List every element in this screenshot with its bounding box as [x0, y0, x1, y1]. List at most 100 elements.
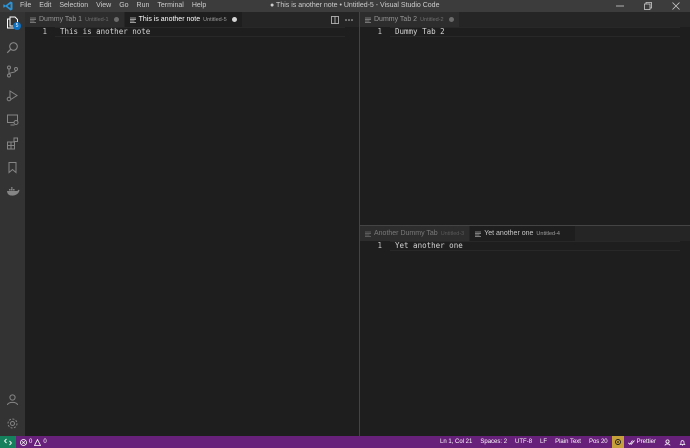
remote-icon [4, 438, 12, 446]
window-title: ● This is another note • Untitled-5 - Vi… [270, 2, 440, 9]
tab-label: Dummy Tab 2 [374, 16, 418, 23]
feedback-button[interactable] [660, 438, 675, 446]
text-file-icon [475, 231, 482, 237]
status-bar-right: Ln 1, Col 21 Spaces: 2 UTF-8 LF Plain Te… [436, 436, 690, 448]
tab-description: Untitled-5 [203, 16, 227, 23]
tab-label: Dummy Tab 1 [39, 16, 83, 23]
tab-this-is-another-note[interactable]: This is another note Untitled-5 [124, 12, 243, 27]
title-bar: File Edit Selection View Go Run Terminal… [0, 0, 690, 12]
minimize-icon [616, 5, 624, 7]
indentation[interactable]: Spaces: 2 [476, 436, 511, 448]
prettier-label: Prettier [636, 439, 656, 445]
restore-button[interactable] [634, 0, 662, 12]
line-number: 1 [42, 27, 47, 36]
editor-actions [331, 12, 353, 27]
search-icon [6, 42, 18, 54]
source-control-icon [7, 65, 18, 78]
unsaved-dot-icon [231, 17, 237, 22]
editor-line[interactable]: 1 Dummy Tab 2 [360, 27, 690, 37]
explorer-button[interactable]: 5 [4, 14, 21, 31]
restore-icon [644, 2, 652, 10]
tab-bar-top-right: Dummy Tab 2 Untitled-2 [360, 12, 690, 27]
window-controls [606, 0, 690, 12]
menu-terminal[interactable]: Terminal [153, 0, 187, 12]
problems-button[interactable]: 0 0 [16, 436, 51, 448]
text-file-icon [365, 231, 371, 237]
explorer-badge: 5 [13, 22, 21, 30]
language-mode[interactable]: Plain Text [551, 436, 585, 448]
account-icon [7, 394, 18, 406]
editor-line[interactable]: 1 This is another note [25, 27, 359, 37]
docker-icon [6, 187, 19, 196]
remote-explorer-button[interactable] [4, 111, 21, 128]
prettier-button[interactable]: Prettier [624, 436, 660, 448]
tab-bar-bottom-right: Another Dummy Tab Untitled-3 Yet another… [360, 226, 690, 241]
activity-bar: 5 [0, 12, 25, 436]
split-editor-icon[interactable] [331, 15, 339, 24]
run-debug-icon [6, 90, 18, 102]
run-debug-button[interactable] [4, 87, 21, 104]
tab-bar-left: Dummy Tab 1 Untitled-1 This is another n… [25, 12, 359, 27]
search-button[interactable] [4, 39, 21, 56]
tab-yet-another-one[interactable]: Yet another one Untitled-4 [470, 226, 576, 241]
tab-description: Untitled-2 [420, 16, 444, 23]
tab-description: Untitled-3 [440, 230, 465, 237]
error-count: 0 [29, 439, 33, 445]
close-window-button[interactable] [662, 0, 690, 12]
menu-view[interactable]: View [92, 0, 115, 12]
line-content[interactable]: This is another note [55, 27, 150, 37]
menu-go[interactable]: Go [115, 0, 132, 12]
menu-help[interactable]: Help [188, 0, 210, 12]
menu-selection[interactable]: Selection [55, 0, 92, 12]
sync-icon [614, 439, 621, 445]
editor-group-left: Dummy Tab 1 Untitled-1 This is another n… [25, 12, 359, 436]
manage-button[interactable] [4, 415, 21, 432]
unsaved-dot-icon [448, 17, 454, 22]
line-content[interactable]: Dummy Tab 2 [390, 27, 445, 37]
line-number: 1 [377, 241, 382, 250]
close-icon [672, 2, 680, 10]
tab-another-dummy-tab[interactable]: Another Dummy Tab Untitled-3 [360, 226, 471, 241]
gear-icon [7, 418, 18, 429]
text-file-icon [365, 17, 371, 23]
double-check-icon [627, 439, 635, 445]
bookmark-icon [8, 162, 17, 174]
accounts-button[interactable] [4, 391, 21, 408]
more-actions-icon[interactable] [345, 16, 353, 24]
warning-icon [34, 438, 42, 446]
error-icon [20, 438, 27, 446]
docker-button[interactable] [4, 183, 21, 200]
editor-group-bottom-right: Another Dummy Tab Untitled-3 Yet another… [360, 226, 690, 436]
encoding[interactable]: UTF-8 [511, 436, 536, 448]
cursor-position[interactable]: Ln 1, Col 21 [436, 436, 476, 448]
line-number: 1 [377, 27, 382, 36]
offset-position[interactable]: Pos 20 [585, 436, 612, 448]
menu-file[interactable]: File [16, 0, 35, 12]
tab-label: Another Dummy Tab [374, 230, 438, 237]
remote-indicator-button[interactable] [0, 436, 16, 448]
text-file-icon [30, 17, 36, 23]
unsaved-dot-icon [113, 17, 119, 22]
end-of-line[interactable]: LF [536, 436, 551, 448]
remote-explorer-icon [7, 114, 19, 126]
source-control-button[interactable] [4, 63, 21, 80]
status-bar: 0 0 Ln 1, Col 21 Spaces: 2 UTF-8 LF Plai… [0, 436, 690, 448]
extensions-icon [7, 137, 18, 150]
extensions-button[interactable] [4, 135, 21, 152]
sync-warning-button[interactable] [611, 436, 624, 448]
line-content[interactable]: Yet another one [390, 241, 463, 251]
bell-icon [679, 439, 686, 446]
tab-description: Untitled-1 [85, 16, 109, 23]
editor-line[interactable]: 1 Yet another one [360, 241, 690, 251]
bookmarks-button[interactable] [4, 159, 21, 176]
notifications-button[interactable] [675, 439, 690, 446]
tab-label: Yet another one [484, 230, 534, 237]
menu-run[interactable]: Run [133, 0, 154, 12]
warning-count: 0 [43, 439, 47, 445]
tab-dummy-tab-2[interactable]: Dummy Tab 2 Untitled-2 [360, 12, 460, 27]
tab-dummy-tab-1[interactable]: Dummy Tab 1 Untitled-1 [25, 12, 125, 27]
feedback-icon [664, 438, 671, 446]
menu-edit[interactable]: Edit [35, 0, 55, 12]
tab-description: Untitled-4 [536, 230, 560, 237]
minimize-button[interactable] [606, 0, 634, 12]
